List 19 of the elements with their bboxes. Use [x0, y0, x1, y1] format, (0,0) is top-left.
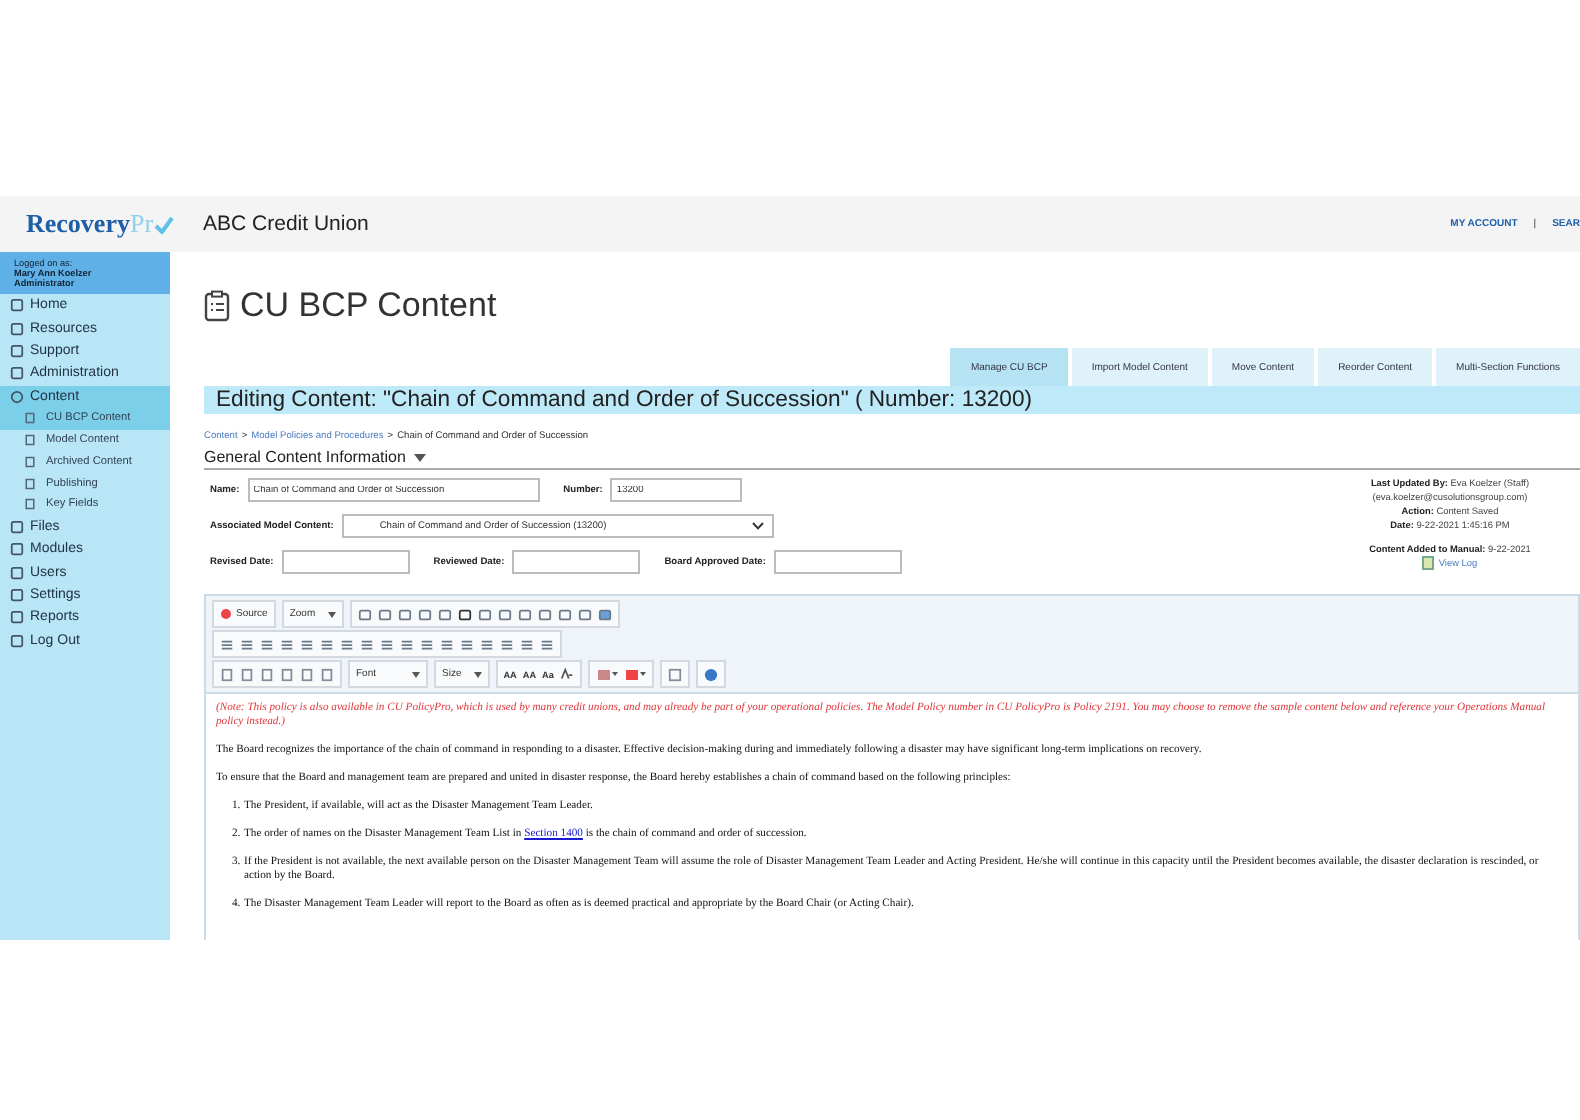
log-icon — [1422, 556, 1435, 570]
page-title: CU BCP Content — [240, 286, 497, 326]
approved-date-field[interactable] — [773, 550, 902, 574]
background-color-icon[interactable] — [623, 667, 646, 681]
chevron-down-icon — [751, 522, 764, 530]
caret-icon[interactable] — [413, 453, 426, 461]
revised-date-field[interactable] — [281, 550, 410, 574]
info-icon[interactable] — [703, 667, 718, 681]
source-icon — [220, 608, 232, 620]
reviewed-date-field[interactable] — [512, 550, 641, 574]
org-name: ABC Credit Union — [203, 212, 369, 236]
editing-title: Editing Content: "Chain of Command and Order of Succession" ( Number: 13200) — [204, 386, 1580, 414]
caret-icon — [327, 611, 336, 617]
text-color-icon[interactable] — [595, 667, 618, 681]
logo[interactable]: RecoveryPr — [26, 208, 174, 240]
section-title[interactable]: General Content Information — [204, 448, 406, 466]
checkmark-icon — [153, 215, 174, 233]
caret-icon — [473, 671, 482, 677]
caret-icon — [412, 671, 420, 677]
